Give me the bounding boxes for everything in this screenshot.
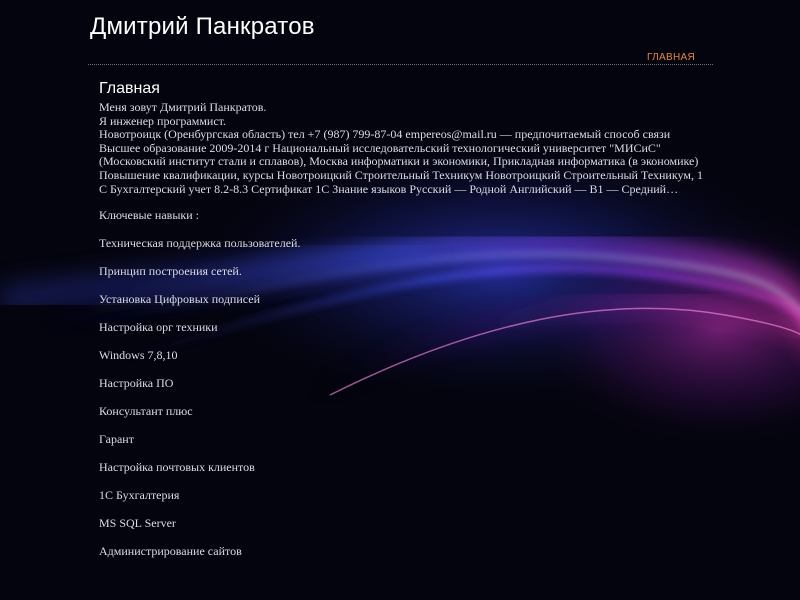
skills-list: Техническая поддержка пользователей. При… — [99, 236, 709, 558]
skill-item: Принцип построения сетей. — [99, 264, 242, 279]
nav-link-home[interactable]: ГЛАВНАЯ — [647, 52, 695, 63]
skills-title: Ключевые навыки : — [99, 208, 199, 223]
intro-line: Меня зовут Дмитрий Панкратов. — [99, 100, 267, 114]
main-nav: ГЛАВНАЯ — [647, 47, 695, 65]
skill-item: MS SQL Server — [99, 516, 176, 531]
education-line: Высшее образование 2009-2014 г Националь… — [99, 140, 699, 169]
header-divider — [88, 64, 713, 65]
skill-item: Настройка ПО — [99, 376, 174, 391]
site-title[interactable]: Дмитрий Панкратов — [90, 13, 315, 41]
skill-item: Техническая поддержка пользователей. — [99, 236, 301, 251]
contact-line: Новотроицк (Оренбургская область) тел +7… — [99, 127, 671, 142]
qualification-line: Повышение квалификации, курсы Новотроицк… — [99, 167, 703, 196]
page: Дмитрий Панкратов ГЛАВНАЯ Главная Меня з… — [0, 0, 800, 600]
page-heading: Главная — [99, 80, 160, 97]
skill-item: Администрирование сайтов — [99, 544, 242, 559]
intro-line: Я инженер программист. — [99, 113, 227, 128]
skill-item: Установка Цифровых подписей — [99, 292, 260, 307]
skill-item: Настройка орг техники — [99, 320, 218, 335]
skill-item: Гарант — [99, 432, 134, 447]
intro-text: Меня зовут Дмитрий Панкратов. Я инженер … — [99, 100, 709, 196]
skill-item: 1С Бухгалтерия — [99, 488, 180, 503]
skill-item: Windows 7,8,10 — [99, 348, 178, 363]
skill-item: Консультант плюс — [99, 404, 193, 419]
main-content: Главная Меня зовут Дмитрий Панкратов. Я … — [99, 79, 709, 558]
skill-item: Настройка почтовых клиентов — [99, 460, 255, 475]
